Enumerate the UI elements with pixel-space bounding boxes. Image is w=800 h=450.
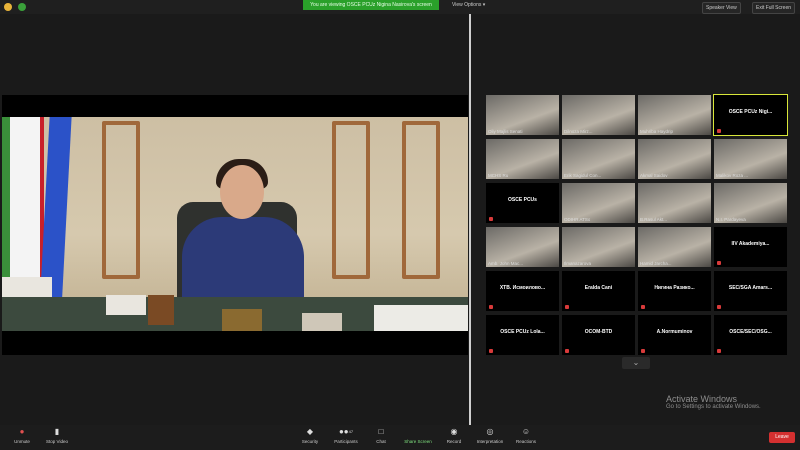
stop-video-button[interactable]: ▮ Stop Video <box>37 427 77 444</box>
microphone-muted-icon <box>641 305 645 309</box>
microphone-muted-icon <box>565 305 569 309</box>
split-divider[interactable] <box>469 14 471 425</box>
top-bar: You are viewing OSCE PCUz Nigina Nasirov… <box>0 0 800 14</box>
participant-tile[interactable]: ODIHR ATSo <box>562 183 635 223</box>
participant-tile[interactable]: Malikov Roza ... <box>714 139 787 179</box>
microphone-muted-icon <box>489 217 493 221</box>
participant-tile[interactable]: Dilnoza Mirz... <box>562 95 635 135</box>
microphone-muted-icon <box>717 305 721 309</box>
shield-icon: ◆ <box>306 427 314 436</box>
participant-name: B.Rasul Akt... <box>640 217 668 222</box>
participant-tile[interactable]: Hamid Jarcha... <box>638 227 711 267</box>
participant-name: OSCE/SEC/OSG... <box>729 329 772 335</box>
participant-tile[interactable]: OSCE PCUz Nigi... <box>713 94 788 136</box>
participant-name: OCOM-BTD <box>584 329 613 335</box>
participant-tile[interactable]: OSCE/SEC/OSG... <box>714 315 787 355</box>
participant-tile[interactable]: Muhriba Haydrip <box>638 95 711 135</box>
chat-bubble-icon: □ <box>378 427 384 436</box>
participant-tile[interactable]: Ilmanazarova <box>562 227 635 267</box>
participant-tile[interactable]: Oliy Majlis Senati <box>486 95 559 135</box>
speaker-video[interactable] <box>2 95 468 355</box>
activate-windows-watermark: Activate Windows Go to Settings to activ… <box>666 394 761 410</box>
wall-panel <box>102 121 140 279</box>
participant-tile[interactable]: OCOM-BTD <box>562 315 635 355</box>
participant-tile[interactable]: XTB. Исмоилово... <box>486 271 559 311</box>
participant-name: Malikov Roza ... <box>716 173 749 178</box>
participant-name: OSCE PCUz Nigi... <box>728 109 773 115</box>
view-options-button[interactable]: View Options ▾ <box>452 1 485 9</box>
microphone-muted-icon <box>717 129 721 133</box>
chat-button[interactable]: □ Chat <box>361 427 401 444</box>
share-screen-button[interactable]: Share Screen <box>398 427 438 444</box>
participants-button[interactable]: ●●47 Participants <box>326 427 366 444</box>
participant-tile[interactable]: OSCE PCUz Lola... <box>486 315 559 355</box>
participant-name: XTB. Исмоилово... <box>499 285 546 291</box>
speaker-view-button[interactable]: Speaker View <box>702 2 741 14</box>
share-screen-icon <box>413 427 423 436</box>
microphone-muted-icon <box>717 261 721 265</box>
participant-tile[interactable]: Erik Sagidul Con... <box>562 139 635 179</box>
participant-tile[interactable]: B.Rasul Akt... <box>638 183 711 223</box>
microphone-muted-icon <box>489 349 493 353</box>
participant-name: Oliy Majlis Senati <box>488 129 523 134</box>
participant-name: Akmal Saidov <box>640 173 668 178</box>
microphone-muted-icon <box>489 305 493 309</box>
participant-name: SEC/SGA Amars... <box>728 285 773 291</box>
participant-name: Amb. John Mac... <box>488 261 524 266</box>
viewing-banner: You are viewing OSCE PCUz Nigina Nasirov… <box>303 0 439 10</box>
participant-name: N.I. Pardayeva <box>716 217 746 222</box>
microphone-muted-icon <box>717 349 721 353</box>
connection-icon[interactable] <box>18 3 26 11</box>
participant-tile[interactable]: Akmal Saidov <box>638 139 711 179</box>
participant-tile[interactable]: Eralda Cani <box>562 271 635 311</box>
leave-button[interactable]: Leave <box>769 432 795 443</box>
participant-name: OSCE PCUz Lola... <box>500 329 545 335</box>
participant-tile[interactable]: SEC/SGA Amars... <box>714 271 787 311</box>
participant-name: Нигина Разико... <box>654 285 695 291</box>
globe-icon: ◎ <box>486 427 494 436</box>
reactions-button[interactable]: ☺ Reactions <box>506 427 546 444</box>
smiley-icon: ☺ <box>521 427 531 436</box>
participant-name: MCHS Ru <box>488 173 509 178</box>
participant-tile[interactable]: OSCE PCUs <box>486 183 559 223</box>
interpretation-button[interactable]: ◎ Interpretation <box>470 427 510 444</box>
record-icon: ◉ <box>450 427 458 436</box>
exit-full-screen-button[interactable]: Exit Full Screen <box>752 2 796 14</box>
participant-tile[interactable]: Нигина Разико... <box>638 271 711 311</box>
participant-tile[interactable]: A.Normuminov <box>638 315 711 355</box>
microphone-muted-icon <box>641 349 645 353</box>
microphone-muted-icon <box>565 349 569 353</box>
video-frame <box>2 117 468 331</box>
participant-name: Dilnoza Mirz... <box>564 129 593 134</box>
chevron-down-icon[interactable]: ⌄ <box>622 357 650 369</box>
participant-name: Erik Sagidul Con... <box>564 173 602 178</box>
wall-panel <box>332 121 370 279</box>
microphone-muted-icon: ● <box>19 427 25 436</box>
participant-name: IIV Akademiya... <box>731 241 770 247</box>
wall-panel <box>402 121 440 279</box>
participants-icon: ●●47 <box>338 427 354 436</box>
participant-name: Ilmanazarova <box>564 261 592 266</box>
security-button[interactable]: ◆ Security <box>290 427 330 444</box>
participant-tile[interactable]: MCHS Ru <box>486 139 559 179</box>
video-camera-icon: ▮ <box>54 427 60 436</box>
participant-name: ODIHR ATSo <box>564 217 591 222</box>
participant-name: Eralda Cani <box>584 285 613 291</box>
participant-name: Hamid Jarcha... <box>640 261 672 266</box>
participant-tile[interactable]: N.I. Pardayeva <box>714 183 787 223</box>
participant-name: A.Normuminov <box>656 329 693 335</box>
participant-name: OSCE PCUs <box>508 197 537 203</box>
record-button[interactable]: ◉ Record <box>434 427 474 444</box>
participant-tile[interactable]: IIV Akademiya... <box>714 227 787 267</box>
participant-tile[interactable]: Amb. John Mac... <box>486 227 559 267</box>
shield-icon[interactable] <box>4 3 12 11</box>
unmute-button[interactable]: ● Unmute <box>2 427 42 444</box>
participant-name: Muhriba Haydrip <box>640 129 674 134</box>
speaker-person <box>182 217 304 307</box>
